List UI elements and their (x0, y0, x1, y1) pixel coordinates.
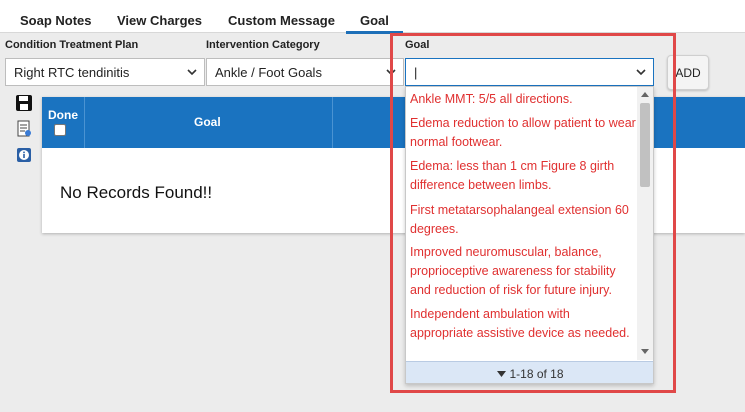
intervention-select[interactable]: Ankle / Foot Goals (206, 58, 404, 86)
goal-dropdown: Ankle MMT: 5/5 all directions. Edema red… (405, 86, 654, 384)
goal-column-header: Goal (194, 115, 221, 129)
goal-option[interactable]: First metatarsophalangeal extension 60 d… (410, 201, 636, 239)
tab-view-charges[interactable]: View Charges (117, 13, 202, 28)
tab-bar: Soap Notes View Charges Custom Message G… (0, 0, 745, 34)
chevron-down-icon (636, 69, 646, 76)
goal-option[interactable]: Edema reduction to allow patient to wear… (410, 114, 636, 152)
done-column-header: Done (48, 108, 78, 122)
save-icon[interactable] (15, 94, 33, 112)
dropdown-scrollbar[interactable] (637, 87, 653, 360)
caret-down-icon (497, 370, 507, 377)
goal-label: Goal (405, 39, 430, 51)
empty-message: No Records Found!! (60, 183, 213, 202)
scroll-down-icon[interactable] (641, 349, 649, 355)
goal-option[interactable]: Independent ambulation with appropriate … (410, 305, 636, 343)
goal-option[interactable]: Ankle MMT: 5/5 all directions. (410, 90, 636, 109)
column-separator (332, 97, 333, 148)
goal-select-value[interactable]: | (414, 65, 417, 80)
intervention-label: Intervention Category (206, 39, 320, 51)
tab-goal[interactable]: Goal (346, 13, 403, 34)
pager-text: 1-18 of 18 (509, 366, 564, 381)
intervention-select-value: Ankle / Foot Goals (215, 65, 322, 80)
condition-label: Condition Treatment Plan (5, 39, 139, 51)
dropdown-pager[interactable]: 1-18 of 18 (406, 361, 653, 383)
add-button[interactable]: ADD (667, 55, 709, 90)
goal-option[interactable]: Edema: less than 1 cm Figure 8 girth dif… (410, 157, 636, 195)
info-icon[interactable] (15, 146, 33, 164)
select-all-checkbox[interactable] (54, 124, 66, 136)
column-separator (84, 97, 85, 148)
goal-select[interactable]: | (405, 58, 654, 86)
tab-custom-message[interactable]: Custom Message (228, 13, 335, 28)
chevron-down-icon (187, 69, 197, 76)
condition-select-value: Right RTC tendinitis (14, 65, 130, 80)
scrollbar-thumb[interactable] (640, 103, 650, 187)
goal-options-list: Ankle MMT: 5/5 all directions. Edema red… (406, 87, 638, 360)
document-icon[interactable] (15, 120, 33, 138)
goal-option[interactable]: Improved neuromuscular, balance, proprio… (410, 243, 636, 300)
chevron-down-icon (386, 69, 396, 76)
scroll-up-icon[interactable] (641, 91, 649, 97)
tab-soap-notes[interactable]: Soap Notes (20, 13, 92, 28)
condition-select[interactable]: Right RTC tendinitis (5, 58, 205, 86)
